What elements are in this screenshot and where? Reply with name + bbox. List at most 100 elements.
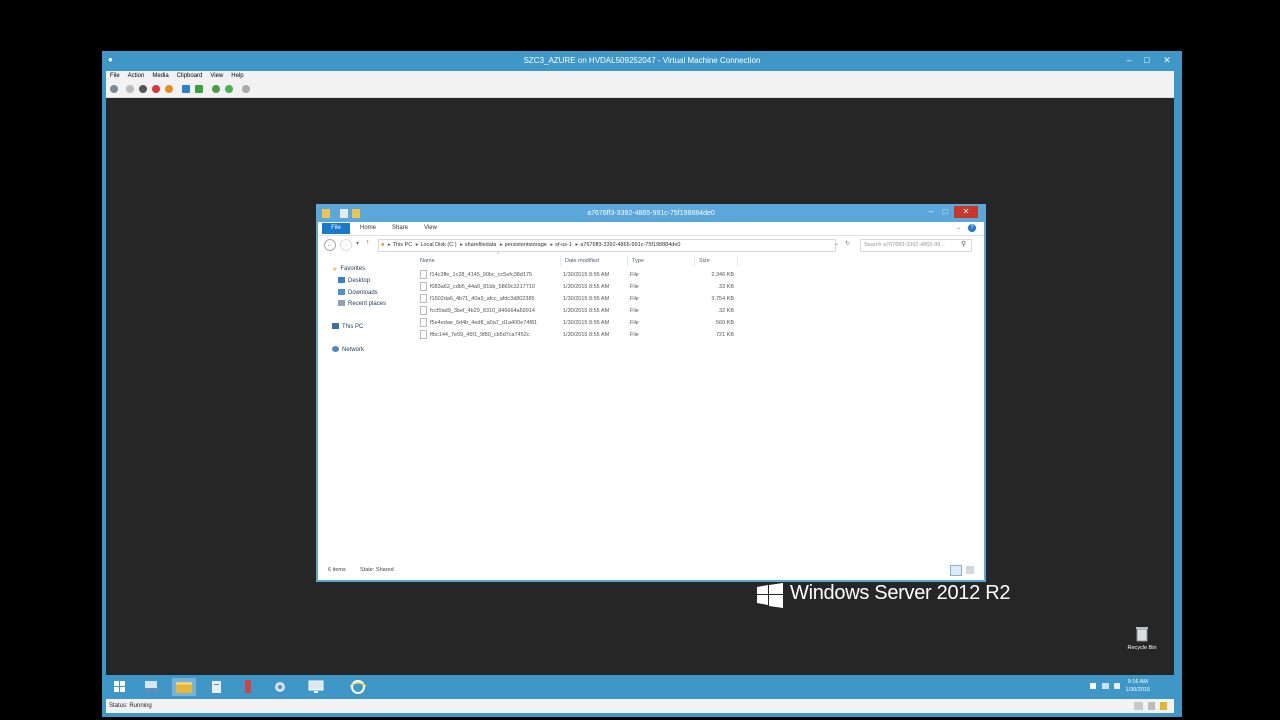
maximize-icon[interactable]: □ <box>938 206 952 218</box>
vm-toolbar <box>106 82 1174 98</box>
menu-action[interactable]: Action <box>128 71 145 82</box>
network-status-icon[interactable] <box>1102 683 1109 689</box>
file-row[interactable]: f1602da6_4b71_40a9_afcc_afdc3d802385 1/30… <box>418 294 738 305</box>
taskbar: 9:16 AM 1/30/2015 <box>106 675 1174 699</box>
chevron-down-icon[interactable]: ⌄ <box>956 222 961 235</box>
file-row[interactable]: f083a62_cdb5_44a0_81bb_5869c3217710 1/30/… <box>418 282 738 293</box>
file-list: ⌃ Name Date modified Type Size f14c3ffe_… <box>418 252 738 356</box>
padlock-icon <box>1160 702 1167 710</box>
tab-view[interactable]: View <box>424 222 437 235</box>
task-scheduler-icon[interactable] <box>204 678 228 696</box>
checkpoint-icon[interactable] <box>212 85 220 93</box>
menu-media[interactable]: Media <box>152 71 168 82</box>
monitor-tool-icon[interactable] <box>304 678 328 696</box>
breadcrumb-sharefiledata[interactable]: sharefiledata <box>465 242 497 248</box>
start-icon[interactable] <box>126 85 134 93</box>
revert-icon[interactable] <box>225 85 233 93</box>
maximize-icon[interactable]: □ <box>1138 53 1156 68</box>
breadcrumb-persistentstorage[interactable]: persistentstorage <box>505 242 547 248</box>
search-input[interactable]: Search a7676ff3-3392-4865-99... <box>860 239 972 252</box>
forward-icon[interactable]: → <box>340 239 352 251</box>
keyboard-icon <box>1134 702 1143 710</box>
column-type[interactable]: Type <box>630 256 695 266</box>
vm-system-menu-icon[interactable]: ● <box>108 55 118 65</box>
chevron-right-icon: ▸ <box>460 242 463 248</box>
file-icon <box>420 282 427 292</box>
windows-logo-icon <box>757 583 783 608</box>
up-icon[interactable]: ↑ <box>366 239 370 246</box>
new-folder-icon[interactable] <box>352 209 360 218</box>
menu-help[interactable]: Help <box>231 71 243 82</box>
server-manager-icon[interactable] <box>140 678 164 696</box>
chevron-right-icon: ▸ <box>575 242 579 248</box>
resume-icon[interactable] <box>195 85 203 93</box>
address-dropdown-icon[interactable]: ⌄ <box>834 240 839 247</box>
file-row[interactable]: f5e4edae_6d4b_4ed8_a0a7_d1a400e74f81 1/30… <box>418 318 738 329</box>
tab-file[interactable]: File <box>322 223 350 234</box>
close-icon[interactable]: ✕ <box>1156 53 1178 68</box>
share-state: State: Shared <box>360 567 394 573</box>
nav-downloads[interactable]: Downloads <box>338 288 378 298</box>
minimize-icon[interactable]: – <box>924 206 938 218</box>
file-row[interactable]: f14c3ffe_1c28_4145_90bc_cc5efc38d175 1/30… <box>418 270 738 281</box>
file-icon <box>420 270 427 280</box>
menu-view[interactable]: View <box>210 71 223 82</box>
nav-recent-places[interactable]: Recent places <box>338 299 386 309</box>
breadcrumb-this-pc[interactable]: This PC <box>393 242 413 248</box>
nav-desktop[interactable]: Desktop <box>338 276 370 286</box>
ctrl-alt-del-icon[interactable] <box>110 85 118 93</box>
details-view-icon[interactable] <box>950 565 962 576</box>
nav-network[interactable]: Network <box>332 345 364 355</box>
menu-clipboard[interactable]: Clipboard <box>177 71 203 82</box>
file-explorer-taskbar-icon[interactable] <box>172 678 196 696</box>
network-tool-icon[interactable] <box>268 678 292 696</box>
flag-icon[interactable] <box>1090 683 1096 689</box>
breadcrumb-sf-us-1[interactable]: sf-us-1 <box>555 242 572 248</box>
minimize-icon[interactable]: – <box>1120 53 1138 68</box>
downloads-icon <box>338 289 345 296</box>
system-clock[interactable]: 9:16 AM 1/30/2015 <box>1126 678 1150 694</box>
internet-explorer-icon[interactable] <box>346 678 370 696</box>
recent-places-icon <box>338 300 345 307</box>
address-bar[interactable]: ■ ▸ This PC ▸ Local Disk (C:) ▸ sharefileda… <box>378 239 836 252</box>
vm-connection-window: SZC3_AZURE on HVDAL509252047 - Virtual M… <box>102 51 1182 717</box>
column-size[interactable]: Size <box>697 256 738 266</box>
guest-desktop: a7676ff3-3392-4865-991c-75f198884de0 – □… <box>106 98 1174 675</box>
recycle-bin[interactable]: Recycle Bin <box>1124 626 1160 658</box>
refresh-icon[interactable]: ↻ <box>845 240 850 247</box>
file-icon <box>420 294 427 304</box>
back-icon[interactable]: ← <box>324 239 336 251</box>
pause-icon[interactable] <box>182 85 190 93</box>
vm-window-title: SZC3_AZURE on HVDAL509252047 - Virtual M… <box>523 56 761 65</box>
help-icon[interactable]: ? <box>968 224 976 232</box>
recent-locations-icon[interactable]: ▾ <box>356 240 359 247</box>
save-icon[interactable] <box>165 85 173 93</box>
shutdown-icon[interactable] <box>152 85 160 93</box>
nav-this-pc[interactable]: This PC <box>332 322 363 332</box>
tab-home[interactable]: Home <box>360 222 376 235</box>
language-icon[interactable] <box>1114 683 1120 689</box>
breadcrumb-local-disk[interactable]: Local Disk (C:) <box>420 242 456 248</box>
column-name[interactable]: Name <box>418 256 561 266</box>
start-button[interactable] <box>108 678 132 696</box>
recycle-bin-label: Recycle Bin <box>1127 645 1157 651</box>
large-icons-view-icon[interactable] <box>966 566 974 574</box>
file-row[interactable]: fccf0ad9_3bef_4b29_8310_846664a69914 1/30… <box>418 306 738 317</box>
file-icon <box>420 306 427 316</box>
nav-favorites[interactable]: ★ Favorites <box>332 264 365 274</box>
breadcrumb-current-folder[interactable]: a7676ff3-3392-4865-991c-75f198884de0 <box>580 242 680 248</box>
remote-app-icon[interactable] <box>236 678 260 696</box>
search-icon[interactable]: ⚲ <box>961 240 966 248</box>
file-row[interactable]: ffbc144_7e59_45f1_9f80_cb5d7ca7452c 1/30/… <box>418 330 738 341</box>
chevron-right-icon: ▸ <box>550 242 554 248</box>
chevron-right-icon: ▸ <box>387 242 391 248</box>
menu-file[interactable]: File <box>110 71 120 82</box>
enhanced-session-icon[interactable] <box>242 85 250 93</box>
close-icon[interactable]: ✕ <box>954 206 978 218</box>
turn-off-icon[interactable] <box>139 85 147 93</box>
column-date-modified[interactable]: Date modified <box>563 256 628 266</box>
file-icon <box>420 318 427 328</box>
tab-share[interactable]: Share <box>392 222 408 235</box>
item-count: 6 items <box>328 567 346 573</box>
properties-icon[interactable] <box>340 209 348 218</box>
